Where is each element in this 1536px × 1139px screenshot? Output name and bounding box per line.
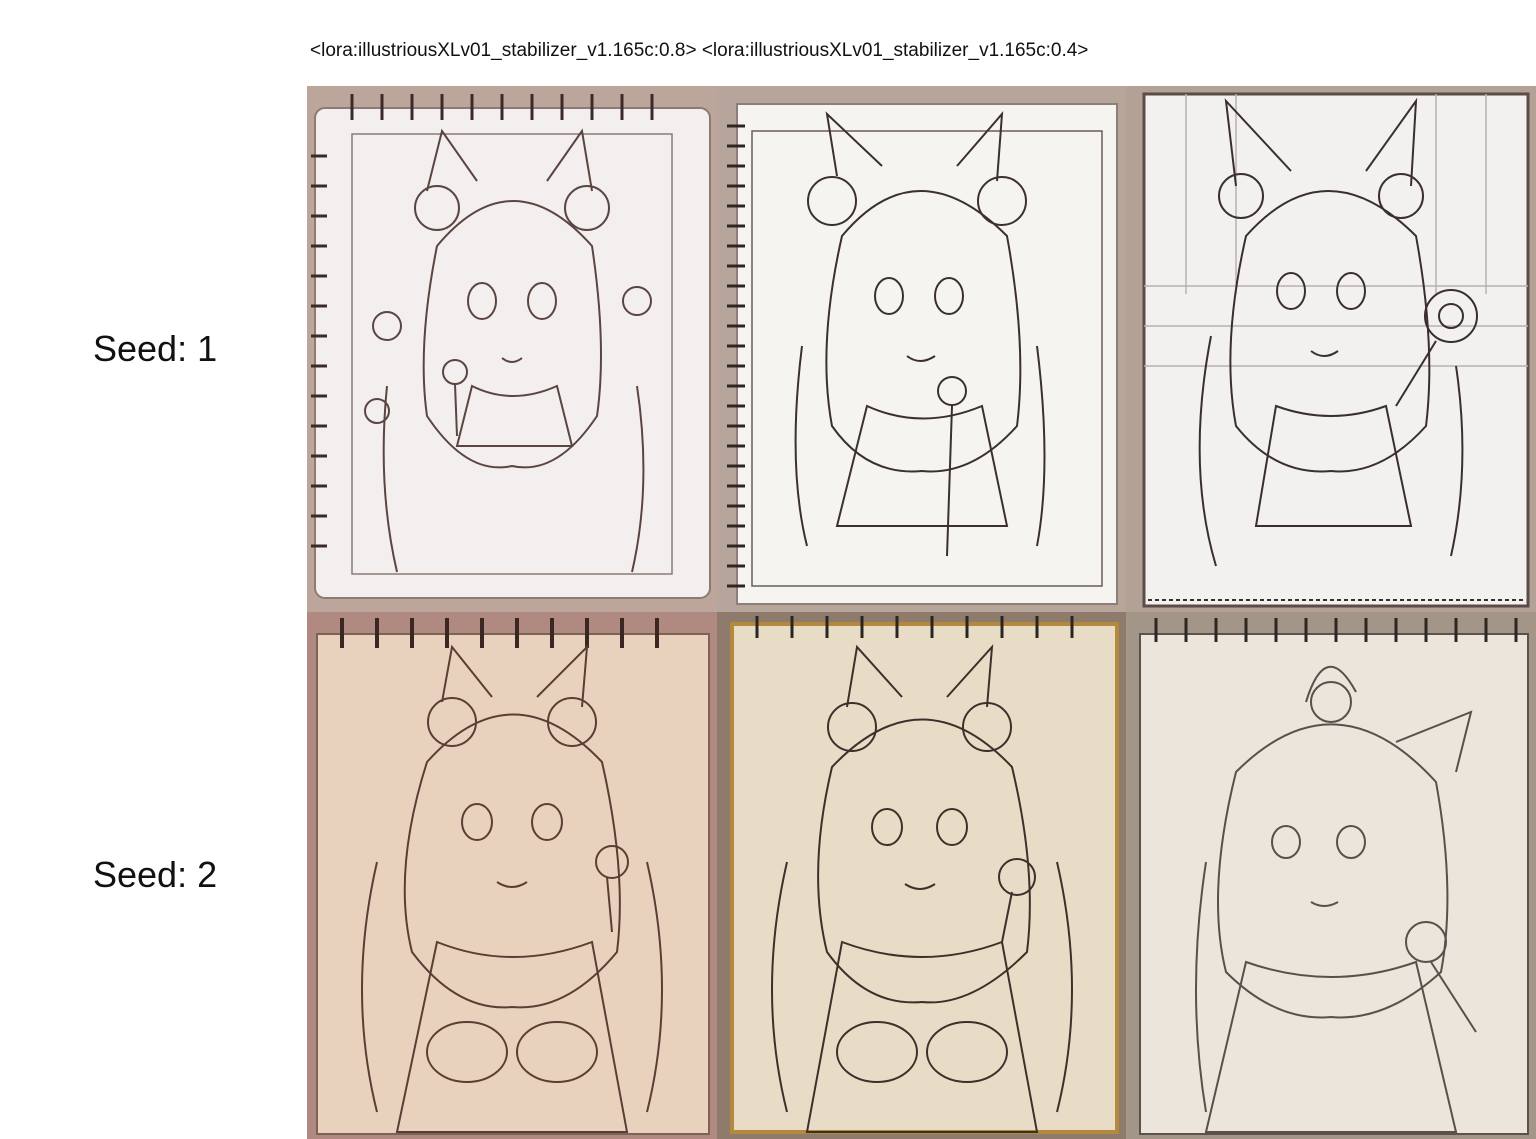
grid-image-seed1-col1 xyxy=(307,86,717,612)
row-label-seed-2: Seed: 2 xyxy=(93,854,218,895)
grid-image-seed2-col3 xyxy=(1126,612,1536,1139)
row-label-seed-1: Seed: 1 xyxy=(93,328,218,369)
grid-image-seed1-col2 xyxy=(717,86,1126,612)
image-grid xyxy=(307,86,1536,1139)
grid-image-seed1-col3 xyxy=(1126,86,1536,612)
grid-image-seed2-col1 xyxy=(307,612,717,1139)
grid-image-seed2-col2 xyxy=(717,612,1126,1139)
column-header-labels: <lora:illustriousXLv01_stabilizer_v1.165… xyxy=(310,40,1089,61)
